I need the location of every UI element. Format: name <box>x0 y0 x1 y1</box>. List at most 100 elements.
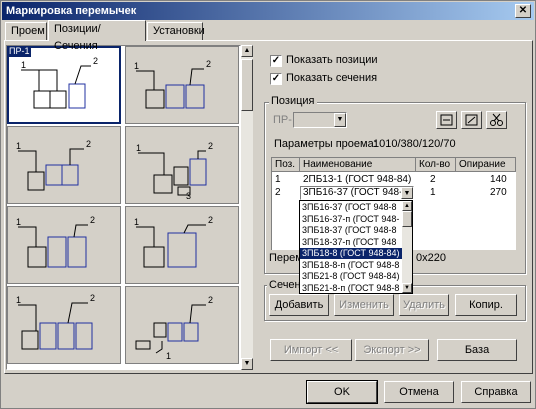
cell-label: 2 <box>208 295 213 305</box>
dropdown-item[interactable]: 3ПБ16-37 (ГОСТ 948-8 <box>300 202 402 213</box>
cell-label: 2 <box>90 215 95 225</box>
cell-label: 1 <box>136 143 141 153</box>
scroll-up-icon[interactable]: ▲ <box>402 201 412 211</box>
name-select[interactable]: 3ПБ16-37 (ГОСТ 948-8 ▼ <box>300 186 414 200</box>
section-sketch-icon: 12 <box>16 293 95 350</box>
cell-label: 1 <box>134 217 139 227</box>
tab-settings[interactable]: Установки <box>147 22 205 40</box>
section-sketch-icon: 12 <box>16 139 91 191</box>
export-button[interactable]: Экспорт >> <box>355 339 429 361</box>
title-bar: Маркировка перемычек ✕ <box>2 2 534 20</box>
col-header-support[interactable]: Опирание <box>456 158 516 172</box>
cell-label: 1 <box>16 295 21 305</box>
gallery-cell[interactable]: 12 <box>7 126 121 204</box>
ok-button[interactable]: OK <box>306 380 378 404</box>
copy-section-button[interactable]: Копир. <box>455 294 517 316</box>
dropdown-item[interactable]: 3ПБ18-8 (ГОСТ 948-84) <box>300 248 402 259</box>
tab-positions-sections[interactable]: Позиции/Сечения <box>48 20 146 52</box>
position-add-icon-button[interactable] <box>436 111 457 129</box>
import-button[interactable]: Импорт << <box>270 339 352 361</box>
cell-qty: 1 <box>430 187 436 198</box>
show-sections-checkbox[interactable]: ✓ <box>270 73 282 85</box>
cell-support: 140 <box>490 174 507 185</box>
add-section-button[interactable]: Добавить <box>269 294 329 316</box>
cell-label: 1 <box>166 351 171 361</box>
cell-label: 2 <box>208 141 213 151</box>
gallery-cell[interactable]: 1 2 3 <box>125 126 239 204</box>
gallery-cell[interactable]: 12 <box>7 206 121 284</box>
gallery-cell[interactable]: 21 <box>125 286 239 364</box>
cell-label: 1 <box>16 141 21 151</box>
scissors-icon <box>490 113 503 126</box>
col-header-qty[interactable]: Кол-во <box>416 158 456 172</box>
cell-qty: 2 <box>430 174 436 185</box>
gallery-selected-label: ПР-1 <box>7 46 32 57</box>
position-number-select[interactable]: ▼ <box>293 112 347 128</box>
dropdown-item[interactable]: 3ПБ18-37 (ГОСТ 948-8 <box>300 225 402 236</box>
prefix-label: ПР- <box>273 114 292 126</box>
cell-label: 3 <box>186 191 191 201</box>
base-button[interactable]: База <box>437 339 517 361</box>
gallery-cell[interactable]: 12 <box>7 46 121 124</box>
position-cut-icon-button[interactable] <box>486 111 507 129</box>
help-button[interactable]: Справка <box>461 381 531 403</box>
edit-section-button[interactable]: Изменить <box>334 294 394 316</box>
tab-proem[interactable]: Проем <box>5 22 47 40</box>
dropdown-item[interactable]: 3ПБ18-8-п (ГОСТ 948-8 <box>300 260 402 271</box>
name-dropdown-list[interactable]: 3ПБ16-37 (ГОСТ 948-8 3ПБ16-37-п (ГОСТ 948… <box>299 200 413 294</box>
dropdown-item[interactable]: 3ПБ21-8 (ГОСТ 948-84) <box>300 271 402 282</box>
params-value: 1010/380/120/70 <box>373 138 456 150</box>
add-position-icon <box>440 114 453 126</box>
position-edit-icon-button[interactable] <box>461 111 482 129</box>
section-sketch-icon: 12 <box>134 59 211 109</box>
section-label-prefix: Перем <box>269 252 303 264</box>
section-sketch-icon: 1 2 3 <box>136 141 213 201</box>
main-window: Маркировка перемычек ✕ Проем Позиции/Сеч… <box>0 0 536 409</box>
scroll-down-icon[interactable]: ▼ <box>241 358 253 370</box>
section-sketch-icon: 12 <box>134 215 213 268</box>
cell-name: 3ПБ16-37 (ГОСТ 948-8 <box>303 187 401 198</box>
scroll-down-icon[interactable]: ▼ <box>402 283 412 293</box>
cell-label: 2 <box>90 293 95 303</box>
cell-label: 1 <box>16 217 21 227</box>
cell-pos: 2 <box>275 187 281 198</box>
gallery-scrollbar[interactable]: ▲ ▼ <box>241 45 253 370</box>
cell-label: 2 <box>208 215 213 225</box>
gallery-cell[interactable]: 12 <box>125 46 239 124</box>
params-label: Параметры проема: <box>274 138 377 150</box>
section-sketch-icon: 12 <box>16 215 95 268</box>
scroll-thumb[interactable] <box>402 211 412 227</box>
show-positions-label: Показать позиции <box>286 54 378 66</box>
dropdown-item[interactable]: 3ПБ18-37-п (ГОСТ 948 <box>300 237 402 248</box>
section-label-suffix: 0x220 <box>416 252 446 264</box>
position-group-title: Позиция <box>269 95 317 107</box>
dropdown-scrollbar[interactable]: ▲ ▼ <box>402 201 412 293</box>
delete-section-button[interactable]: Удалить <box>399 294 449 316</box>
cell-label: 2 <box>86 139 91 149</box>
scroll-up-icon[interactable]: ▲ <box>241 45 253 57</box>
cell-pos: 1 <box>275 174 281 185</box>
window-title: Маркировка перемычек <box>6 5 137 17</box>
dropdown-item[interactable]: 3ПБ21-8-п (ГОСТ 948-8 <box>300 283 402 294</box>
gallery-cell[interactable]: 12 <box>125 206 239 284</box>
show-positions-checkbox[interactable]: ✓ <box>270 55 282 67</box>
cell-label: 2 <box>206 59 211 69</box>
edit-position-icon <box>465 114 478 126</box>
cell-name: 2ПБ13-1 (ГОСТ 948-84) <box>303 174 412 185</box>
gallery-cell[interactable]: 12 <box>7 286 121 364</box>
section-gallery[interactable]: 12121212312121221 ПР-1 <box>6 45 241 370</box>
dropdown-item[interactable]: 3ПБ16-37-п (ГОСТ 948- <box>300 214 402 225</box>
cell-support: 270 <box>490 187 507 198</box>
section-sketch-icon: 21 <box>135 295 213 361</box>
sections-group-title: Сечен <box>267 279 303 291</box>
cell-label: 1 <box>21 60 26 70</box>
col-header-name[interactable]: Наименование <box>300 158 416 172</box>
chevron-down-icon[interactable]: ▼ <box>401 187 413 199</box>
scroll-thumb[interactable] <box>241 59 253 111</box>
show-sections-label: Показать сечения <box>286 72 378 84</box>
close-button[interactable]: ✕ <box>515 4 531 18</box>
chevron-down-icon[interactable]: ▼ <box>334 113 346 127</box>
col-header-pos[interactable]: Поз. <box>272 158 300 172</box>
cancel-button[interactable]: Отмена <box>384 381 454 403</box>
cell-label: 2 <box>93 56 98 66</box>
